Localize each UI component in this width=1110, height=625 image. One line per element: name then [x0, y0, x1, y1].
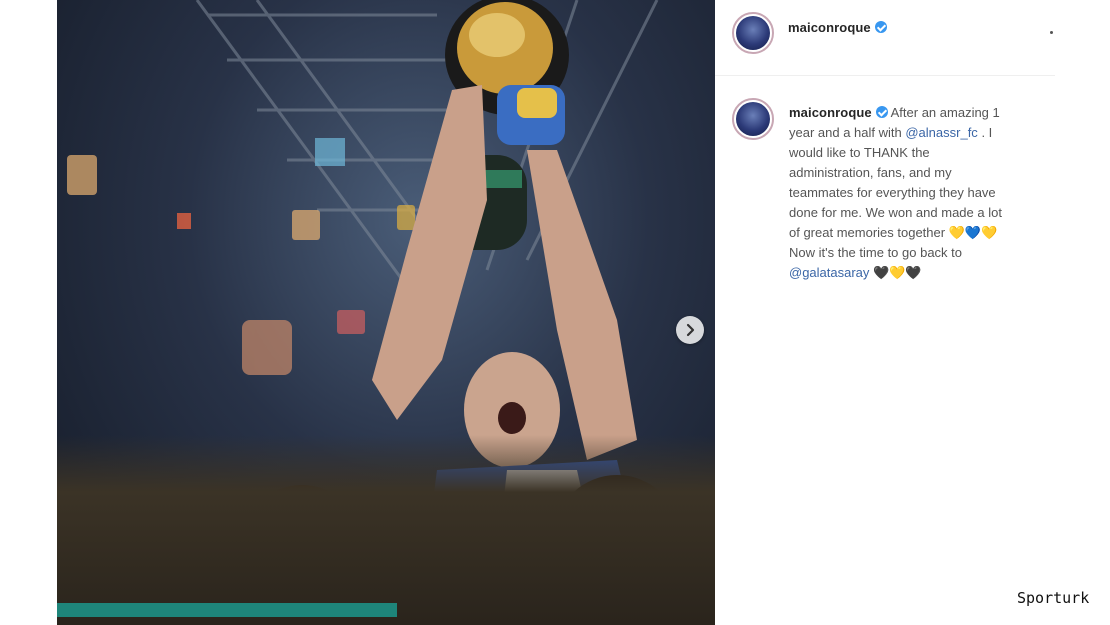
mention-link-galatasaray[interactable]: @galatasaray — [789, 265, 869, 280]
more-options-icon[interactable] — [1050, 31, 1053, 34]
post-photo[interactable] — [57, 0, 715, 625]
black-heart-icon: 🖤 — [905, 265, 922, 280]
watermark: Sporturk — [1017, 589, 1090, 607]
caption-text: . I — [981, 125, 993, 140]
verified-badge-icon — [875, 106, 888, 118]
blue-heart-icon: 💙 — [964, 225, 982, 240]
chevron-right-icon — [686, 323, 695, 337]
caption-text: year and a half with — [789, 125, 902, 140]
crowd-background — [57, 435, 715, 625]
caption-username-link[interactable]: maiconroque — [789, 105, 888, 120]
yellow-heart-icon: 💛 — [948, 225, 965, 240]
yellow-heart-icon: 💛 — [889, 265, 906, 280]
post-header: maiconroque — [715, 0, 1055, 76]
post-sidebar: maiconroque maiconroque After an amazing… — [715, 0, 1055, 625]
avatar[interactable] — [732, 12, 774, 54]
verified-badge-icon — [874, 21, 887, 33]
username-link[interactable]: maiconroque — [788, 20, 887, 35]
caption-username-label: maiconroque — [789, 105, 872, 120]
caption-text: done for me. We won and made a lot — [789, 205, 1002, 220]
caption-text: teammates for everything they have — [789, 185, 996, 200]
mention-link-alnassr[interactable]: @alnassr_fc — [905, 125, 977, 140]
caption-text: would like to THANK the — [789, 145, 930, 160]
username-label: maiconroque — [788, 20, 871, 35]
black-heart-icon: 🖤 — [873, 265, 890, 280]
caption-text: After an amazing 1 — [890, 105, 1000, 120]
caption-text: Now it's the time to go back to — [789, 245, 963, 260]
caption-avatar[interactable] — [732, 98, 774, 140]
post-caption: maiconroque After an amazing 1 year and … — [789, 103, 1054, 283]
caption-text: administration, fans, and my — [789, 165, 952, 180]
caption-text: of great memories together — [789, 225, 946, 240]
next-photo-button[interactable] — [676, 316, 704, 344]
yellow-heart-icon: 💛 — [981, 225, 998, 240]
stadium-banner — [57, 603, 397, 617]
